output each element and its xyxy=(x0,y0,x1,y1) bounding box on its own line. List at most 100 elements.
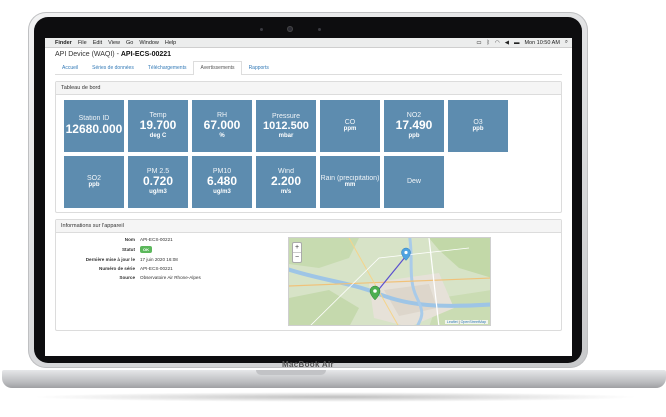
device-info-title: Informations sur l'appareil xyxy=(56,220,561,233)
info-key: Nom xyxy=(124,237,135,242)
tab-avertissements[interactable]: Avertissements xyxy=(193,61,242,75)
attribution-leaflet-link[interactable]: Leaflet xyxy=(447,320,458,324)
tile-label: RH xyxy=(216,112,228,120)
tile-pm10[interactable]: PM10 6.480 ug/m3 xyxy=(192,156,252,208)
tile-so2[interactable]: SO2 ppb xyxy=(64,156,124,208)
laptop-brand-label: MacBook Air xyxy=(282,360,334,369)
tile-value: 1012.500 xyxy=(263,120,309,133)
tile-value: 19.700 xyxy=(139,118,177,133)
tile-label: Pressure xyxy=(271,112,300,120)
info-row-status: Statut OK xyxy=(62,246,284,253)
map-zoom-control: + − xyxy=(292,242,302,263)
info-value: API-ECS-00221 xyxy=(140,237,173,242)
device-info-body: Nom API-ECS-00221 Statut OK Dernière mis… xyxy=(56,233,561,330)
tab-series-de-donnees[interactable]: Séries de données xyxy=(85,61,141,74)
map-tiles[interactable] xyxy=(289,238,491,326)
menu-go[interactable]: Go xyxy=(126,40,133,46)
tile-co[interactable]: CO ppm xyxy=(320,100,380,152)
info-key: Dernière mise à jour le xyxy=(85,257,135,262)
tile-unit: m/s xyxy=(280,189,292,196)
bezel-dot xyxy=(260,28,263,31)
tab-telechargements[interactable]: Téléchargements xyxy=(141,61,194,74)
tile-unit: % xyxy=(219,133,225,140)
tile-label: O3 xyxy=(473,119,483,127)
dashboard-panel: Tableau de bord Station ID 12680.000 Tem… xyxy=(55,81,562,213)
bezel-dot xyxy=(318,28,321,31)
menu-app-name[interactable]: Finder xyxy=(55,40,72,46)
wifi-icon[interactable]: ◠ xyxy=(495,40,500,46)
menu-window[interactable]: Window xyxy=(139,40,159,46)
info-row-name: Nom API-ECS-00221 xyxy=(62,237,284,242)
device-map[interactable]: + − Leaflet | OpenStreetMap xyxy=(288,237,491,326)
zoom-in-button[interactable]: + xyxy=(293,243,301,253)
tile-no2[interactable]: NO2 17.490 ppb xyxy=(384,100,444,152)
info-key: Source xyxy=(119,275,135,280)
laptop-notch xyxy=(256,370,326,375)
map-attribution: Leaflet | OpenStreetMap xyxy=(444,320,488,324)
tile-label: PM 2.5 xyxy=(146,168,170,176)
tile-unit: mm xyxy=(344,182,356,189)
zoom-out-button[interactable]: − xyxy=(293,253,301,262)
device-info-panel: Informations sur l'appareil Nom API-ECS-… xyxy=(55,219,562,331)
laptop-base xyxy=(2,370,666,388)
tile-value: 6.480 xyxy=(206,174,238,189)
tile-pressure[interactable]: Pressure 1012.500 mbar xyxy=(256,100,316,152)
tile-label: Temp xyxy=(149,112,167,120)
tile-unit: ug/m3 xyxy=(213,189,231,196)
volume-icon[interactable]: ◀ xyxy=(505,40,509,46)
device-info-table: Nom API-ECS-00221 Statut OK Dernière mis… xyxy=(62,237,284,326)
screen: Finder File Edit View Go Window Help ▭ ᛒ… xyxy=(45,38,572,356)
info-value: OK xyxy=(140,246,284,253)
tile-value: 67.000 xyxy=(203,118,241,133)
spotlight-icon[interactable]: ⌕ xyxy=(565,39,568,46)
nav-tabs: Accueil Séries de données Téléchargement… xyxy=(55,61,562,75)
web-page: API Device (WAQI) - API-ECS-00221 Accuei… xyxy=(45,48,572,331)
laptop-shadow xyxy=(30,392,640,402)
menu-help[interactable]: Help xyxy=(165,40,176,46)
mac-menubar: Finder File Edit View Go Window Help ▭ ᛒ… xyxy=(45,38,572,48)
tile-temp[interactable]: Temp 19.700 deg C xyxy=(128,100,188,152)
page-title-prefix: API Device (WAQI) - xyxy=(55,51,121,58)
menu-edit[interactable]: Edit xyxy=(93,40,102,46)
tile-station-id[interactable]: Station ID 12680.000 xyxy=(64,100,124,152)
menu-file[interactable]: File xyxy=(78,40,87,46)
tile-unit: deg C xyxy=(149,133,167,140)
tile-unit: ppm xyxy=(343,126,357,133)
info-row-source: Source Observatoire Air Rhone-Alpes xyxy=(62,275,284,280)
battery-icon[interactable]: ▬ xyxy=(514,40,520,46)
tile-label: Wind xyxy=(278,168,294,176)
tile-value: 0.720 xyxy=(142,174,174,189)
tile-rain[interactable]: Rain (precipitation) mm xyxy=(320,156,380,208)
status-badge: OK xyxy=(140,246,152,253)
tile-unit: ppb xyxy=(472,126,484,133)
airplay-icon[interactable]: ▭ xyxy=(476,40,481,46)
tab-rapports[interactable]: Rapports xyxy=(242,61,276,74)
tile-label: SO2 xyxy=(86,175,101,183)
menubar-clock[interactable]: Mon 10:50 AM xyxy=(524,40,559,46)
info-row-serial: Numéro de série API-ECS-00221 xyxy=(62,266,284,271)
tile-label: CO xyxy=(344,119,356,127)
info-key: Numéro de série xyxy=(99,266,135,271)
page-title-device: API-ECS-00221 xyxy=(120,51,172,58)
tile-label: NO2 xyxy=(406,112,422,120)
tile-dew[interactable]: Dew xyxy=(384,156,444,208)
camera-icon xyxy=(287,26,293,32)
page-title: API Device (WAQI) - API-ECS-00221 xyxy=(55,51,562,58)
attribution-osm-link[interactable]: OpenStreetMap xyxy=(461,320,486,324)
tile-value: 17.490 xyxy=(395,118,433,133)
tile-o3[interactable]: O3 ppb xyxy=(448,100,508,152)
bluetooth-icon[interactable]: ᛒ xyxy=(487,40,490,46)
tile-pm25[interactable]: PM 2.5 0.720 ug/m3 xyxy=(128,156,188,208)
tile-value: 2.200 xyxy=(270,174,302,189)
menubar-status-area: ▭ ᛒ ◠ ◀ ▬ Mon 10:50 AM ⌕ xyxy=(471,39,568,46)
tile-value: 12680.000 xyxy=(65,121,123,136)
tab-accueil[interactable]: Accueil xyxy=(55,61,85,74)
tile-wind[interactable]: Wind 2.200 m/s xyxy=(256,156,316,208)
dashboard-title: Tableau de bord xyxy=(56,82,561,95)
tile-rh[interactable]: RH 67.000 % xyxy=(192,100,252,152)
tile-unit: mbar xyxy=(278,132,294,139)
sensor-tiles: Station ID 12680.000 Temp 19.700 deg C R… xyxy=(56,95,561,212)
tile-unit: ppb xyxy=(88,182,100,189)
menu-view[interactable]: View xyxy=(108,40,120,46)
info-row-last-update: Dernière mise à jour le 17 juin 2020 16:… xyxy=(62,257,284,262)
